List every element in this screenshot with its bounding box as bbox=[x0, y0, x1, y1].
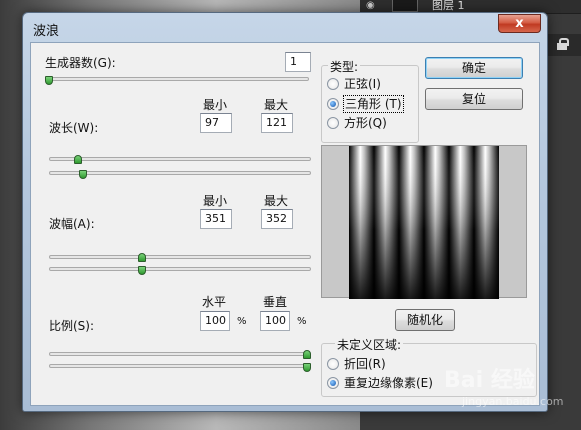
scale-vertical-input[interactable]: 100 bbox=[260, 311, 290, 331]
radio-button[interactable] bbox=[327, 78, 339, 90]
radio-button[interactable] bbox=[327, 358, 339, 370]
layer-name: 图层 1 bbox=[432, 0, 465, 12]
randomize-button[interactable]: 随机化 bbox=[395, 309, 455, 331]
radio-sine-label[interactable]: 正弦(I) bbox=[344, 76, 381, 92]
radio-button-selected[interactable] bbox=[327, 377, 339, 389]
radio-repeat-edge-label[interactable]: 重复边缘像素(E) bbox=[344, 375, 433, 391]
scale-horizontal-unit: % bbox=[237, 316, 247, 327]
generators-slider-thumb[interactable] bbox=[45, 76, 53, 85]
amplitude-min-header: 最小 bbox=[203, 194, 228, 208]
ok-button[interactable]: 确定 bbox=[425, 57, 523, 79]
scale-horizontal-header: 水平 bbox=[202, 295, 227, 309]
close-button[interactable]: x bbox=[498, 14, 541, 33]
radio-button-selected[interactable] bbox=[327, 98, 339, 110]
wavelength-max-thumb[interactable] bbox=[79, 170, 88, 179]
amplitude-label: 波幅(A): bbox=[49, 217, 95, 231]
radio-square-label[interactable]: 方形(Q) bbox=[344, 115, 387, 131]
dialog-client-area: 生成器数(G): 1 最小 最大 波长(W): 97 121 最小 最大 波幅(… bbox=[30, 42, 540, 406]
wave-shading bbox=[349, 146, 499, 299]
generators-slider-track[interactable] bbox=[45, 77, 309, 81]
amplitude-min-input[interactable]: 351 bbox=[200, 209, 232, 229]
scale-vertical-track[interactable] bbox=[49, 364, 311, 368]
radio-button[interactable] bbox=[327, 117, 339, 129]
wavelength-min-thumb[interactable] bbox=[74, 155, 83, 164]
wavelength-min-input[interactable]: 97 bbox=[200, 113, 232, 133]
generators-label: 生成器数(G): bbox=[45, 56, 116, 70]
scale-label: 比例(S): bbox=[49, 319, 95, 333]
dialog-title: 波浪 bbox=[33, 24, 60, 39]
wavelength-min-track[interactable] bbox=[49, 157, 311, 161]
radio-triangle-label[interactable]: 三角形 (T) bbox=[343, 95, 404, 113]
amplitude-max-header: 最大 bbox=[264, 194, 289, 208]
scale-vertical-unit: % bbox=[297, 316, 307, 327]
wavelength-min-header: 最小 bbox=[203, 98, 228, 112]
wave-preview bbox=[321, 145, 527, 299]
scale-horizontal-track[interactable] bbox=[49, 352, 311, 356]
amplitude-max-thumb[interactable] bbox=[138, 266, 147, 275]
generators-input[interactable]: 1 bbox=[285, 52, 311, 72]
scale-horizontal-thumb[interactable] bbox=[303, 350, 311, 359]
undefined-area-title: 未定义区域: bbox=[335, 336, 404, 353]
amplitude-min-track[interactable] bbox=[49, 255, 311, 259]
type-group-title: 类型: bbox=[328, 58, 361, 75]
scale-vertical-thumb[interactable] bbox=[303, 363, 311, 372]
wavelength-max-input[interactable]: 121 bbox=[261, 113, 293, 133]
watermark-brand: Bai 经验 bbox=[444, 368, 535, 393]
reset-button[interactable]: 复位 bbox=[425, 88, 523, 110]
amplitude-max-input[interactable]: 352 bbox=[261, 209, 293, 229]
watermark-url: jingyan.baidu.com bbox=[462, 395, 564, 408]
wavelength-max-header: 最大 bbox=[264, 98, 289, 112]
lock-icon[interactable] bbox=[557, 38, 569, 50]
scale-horizontal-input[interactable]: 100 bbox=[200, 311, 230, 331]
wavelength-label: 波长(W): bbox=[49, 121, 99, 135]
wave-preview-graphic bbox=[349, 146, 499, 299]
wave-dialog: 波浪 x 生成器数(G): 1 最小 最大 波长(W): 97 121 最小 最… bbox=[22, 12, 548, 412]
eye-icon[interactable]: ◉ bbox=[366, 0, 380, 12]
amplitude-max-track[interactable] bbox=[49, 267, 311, 271]
amplitude-min-thumb[interactable] bbox=[137, 253, 146, 262]
scale-vertical-header: 垂直 bbox=[263, 295, 288, 309]
wavelength-max-track[interactable] bbox=[49, 171, 311, 175]
radio-wrap-around-label[interactable]: 折回(R) bbox=[344, 356, 386, 372]
layer-thumbnail bbox=[392, 0, 418, 12]
